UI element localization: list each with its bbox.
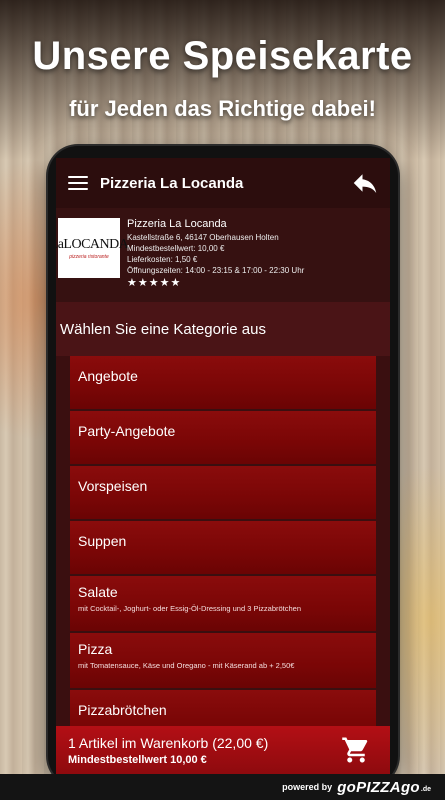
logo-subtext: pizzeria ristorante [69,253,109,260]
category-title: Salate [78,584,118,600]
promo-subline: für Jeden das Richtige dabei! [69,96,376,121]
cart-summary: 1 Artikel im Warenkorb (22,00 €) [68,734,269,751]
footer: powered by goPIZZAgo .de [0,774,445,800]
category-header: Wählen Sie eine Kategorie aus [56,302,390,356]
logo-text: LaLOCANDA [56,236,129,252]
promo-headline: Unsere Speisekarte [32,34,413,78]
restaurant-delivery-cost: Lieferkosten: 1,50 € [127,255,198,264]
star-icon: ★ [137,277,148,289]
restaurant-details: Pizzeria La Locanda Kastellstraße 6, 461… [127,218,304,302]
star-icon: ★ [159,277,170,289]
star-icon: ★ [148,277,159,289]
restaurant-logo: LaLOCANDA pizzeria ristorante [56,218,129,278]
category-item[interactable]: Angebote [70,356,376,409]
category-title: Pizzabrötchen [78,702,167,718]
restaurant-info: LaLOCANDA pizzeria ristorante Pizzeria L… [56,208,390,302]
category-item[interactable]: Suppen [70,521,376,574]
cart-text: 1 Artikel im Warenkorb (22,00 €) Mindest… [68,735,340,766]
category-title: Angebote [78,368,138,384]
category-item[interactable]: Pizza mit Tomatensauce, Käse und Oregano … [70,633,376,688]
category-item[interactable]: Party-Angebote [70,411,376,464]
category-title: Suppen [78,533,127,549]
hamburger-menu-icon[interactable] [68,176,88,190]
category-item[interactable]: Salate mit Cocktail-, Joghurt- oder Essig… [70,576,376,631]
restaurant-name: Pizzeria La Locanda [127,218,227,230]
category-list: Angebote Party-Angebote Vorspeisen Suppen Sa… [70,356,376,743]
cart-bar[interactable]: 1 Artikel im Warenkorb (22,00 €) Mindest… [56,726,390,774]
app-title: Pizzeria La Locanda [100,174,244,192]
shopping-cart-icon[interactable] [340,735,372,765]
category-title: Pizza [78,641,113,657]
reply-arrow-icon[interactable] [350,168,380,198]
cart-min-order: Mindestbestellwert 10,00 € [68,753,207,766]
category-title: Vorspeisen [78,478,148,494]
restaurant-address: Kastellstraße 6, 46147 Oberhausen Holten [127,233,279,242]
category-description: mit Tomatensauce, Käse und Oregano - mit… [78,661,295,670]
app-bar: Pizzeria La Locanda [56,158,390,208]
category-title: Party-Angebote [78,423,176,439]
restaurant-hours: Öffnungszeiten: 14:00 - 23:15 & 17:00 - … [127,266,305,275]
star-icon: ★ [127,277,137,289]
brand-tld: .de [420,786,431,793]
category-item[interactable]: Vorspeisen [70,466,376,519]
category-description: mit Cocktail-, Joghurt- oder Essig-Öl-Dr… [78,604,302,613]
background-overlay [0,0,445,160]
rating-stars: ★ ★ ★ ★ ★ [127,278,304,289]
powered-by-label: powered by [282,782,333,792]
brand-logo: goPIZZAgo [337,778,420,796]
app-screen: Pizzeria La Locanda LaLOCANDA pizzeria r… [56,158,390,774]
star-icon: ★ [170,277,181,289]
restaurant-min-order: Mindestbestellwert: 10,00 € [127,244,225,253]
